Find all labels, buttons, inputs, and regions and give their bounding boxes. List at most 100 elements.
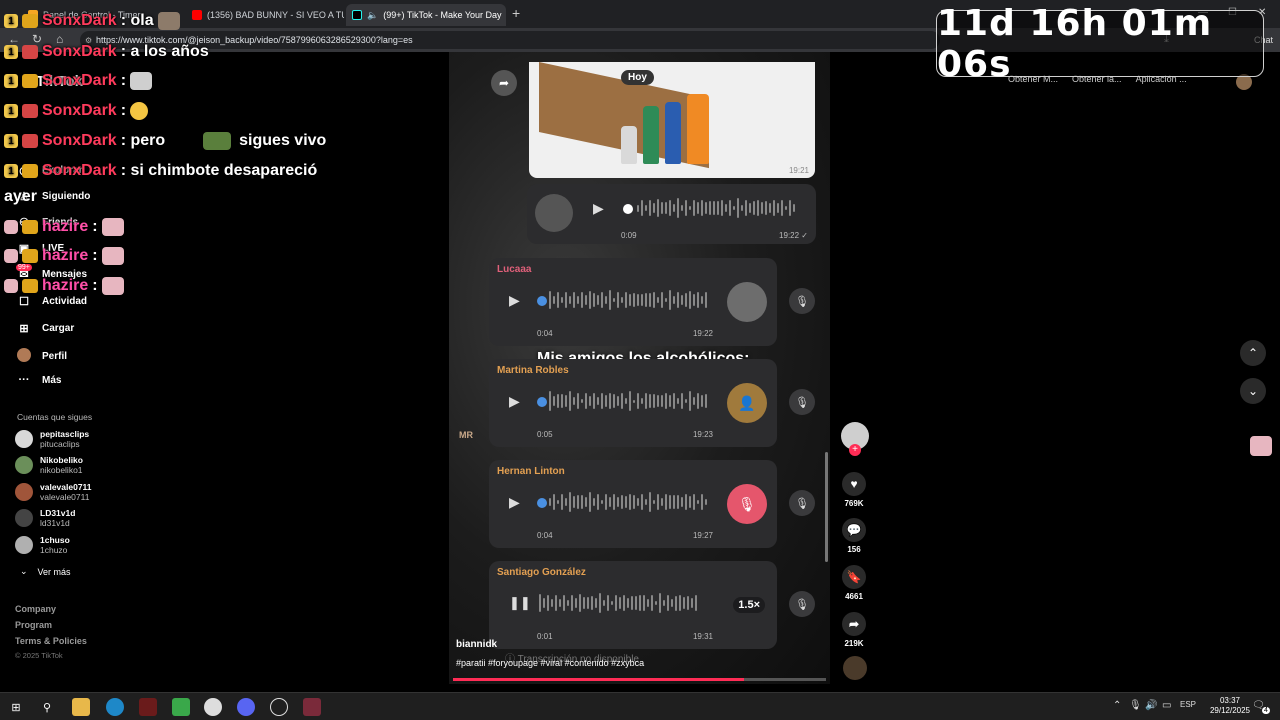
waveform	[549, 288, 717, 312]
sub-badge-icon	[22, 164, 38, 178]
record-mic-icon[interactable]: 🎙	[727, 484, 767, 524]
share-button[interactable]: ➦ 219K	[841, 612, 867, 648]
mic-icon[interactable]: 🎙	[789, 288, 815, 314]
mic-icon[interactable]: 🎙	[789, 490, 815, 516]
obs-icon[interactable]	[270, 698, 288, 716]
voice-time: 19:31	[692, 632, 713, 641]
volume-icon[interactable]: 🔊	[1145, 700, 1157, 711]
following-account[interactable]: 1chuso 1chuzo	[15, 535, 70, 555]
playhead-dot[interactable]	[537, 498, 547, 508]
app-icon[interactable]	[204, 698, 222, 716]
waveform-bar	[687, 595, 689, 611]
chevron-down-icon: ⌄	[20, 566, 28, 576]
follow-plus-icon[interactable]: +	[849, 444, 861, 456]
search-icon[interactable]: ⚲	[38, 698, 56, 716]
play-icon[interactable]: ▶	[509, 494, 520, 511]
video-hashtags[interactable]: #paratii #foryoupage #viral #contenido #…	[456, 658, 644, 668]
sidebar-item-mas[interactable]: ··· Más	[16, 374, 62, 386]
chat-message: 1 SonxDark: ola	[4, 12, 180, 30]
messages-badge: 99+	[16, 264, 32, 271]
waveform	[549, 389, 717, 413]
waveform-bar	[705, 202, 707, 214]
waveform-bar	[689, 496, 691, 508]
playhead-dot[interactable]	[623, 204, 633, 214]
following-account[interactable]: Nikobeliko nikobeliko1	[15, 455, 83, 475]
play-icon[interactable]: ▶	[509, 292, 520, 309]
video-author[interactable]: biannidk	[456, 639, 497, 650]
chat-message: 1 SonxDark: pero sigues vivo	[4, 132, 326, 150]
mic-tray-icon[interactable]: 🎙	[1129, 700, 1142, 711]
start-icon[interactable]: ⊞	[7, 698, 25, 716]
clock[interactable]: 03:37 29/12/2025	[1200, 696, 1260, 716]
playhead-dot[interactable]	[537, 296, 547, 306]
sidebar-item-perfil[interactable]: Perfil	[16, 348, 67, 365]
waveform-bar	[569, 295, 571, 305]
pause-icon[interactable]: ❚❚	[509, 595, 531, 611]
new-tab-button[interactable]: +	[512, 5, 520, 21]
app-icon[interactable]	[303, 698, 321, 716]
waveform-bar	[681, 496, 683, 508]
footer-link[interactable]: Company	[15, 604, 56, 614]
waveform-bar	[591, 595, 593, 611]
voice-message: Martina Robles ▶ 0:05 19:23 👤 🎙	[489, 359, 815, 447]
chat-text: :	[120, 72, 127, 89]
waveform-bar	[645, 204, 647, 212]
language-indicator[interactable]: ESP	[1180, 700, 1196, 709]
mic-icon[interactable]: 🎙	[789, 389, 815, 415]
sub-badge-icon	[22, 104, 38, 118]
file-explorer-icon[interactable]	[72, 698, 90, 716]
like-button[interactable]: ♥ 769K	[841, 472, 867, 508]
tab-tiktok[interactable]: 🔈 (99+) TikTok - Make Your Day ✕	[346, 4, 506, 26]
network-icon[interactable]: ▭	[1162, 700, 1171, 711]
music-disc-icon[interactable]	[843, 656, 867, 680]
tab-label: (1356) BAD BUNNY - SI VEO A TU M	[207, 10, 344, 20]
app-icon[interactable]	[139, 698, 157, 716]
following-account[interactable]: valevale0711 valevale0711	[15, 482, 92, 502]
video-player[interactable]: ➦ Hoy 19:21 ▶ 0:09 19:22 ✓ Lucaaa ▶ 0:04…	[449, 52, 830, 684]
previous-video-button[interactable]: ⌃	[1240, 340, 1266, 366]
scrollbar[interactable]	[825, 452, 828, 562]
voice-duration: 0:04	[537, 531, 553, 540]
waveform-bar	[581, 292, 583, 308]
playback-speed[interactable]: 1.5×	[733, 597, 765, 613]
mic-icon[interactable]: 🎙	[789, 591, 815, 617]
comment-button[interactable]: 💬 156	[841, 518, 867, 554]
cat-emote-icon	[101, 247, 124, 265]
waveform-bar	[565, 395, 567, 407]
level-badge-icon: 1	[4, 14, 18, 28]
waveform-bar	[693, 396, 695, 406]
playhead-dot[interactable]	[537, 397, 547, 407]
waveform-bar	[679, 595, 681, 611]
tab-youtube[interactable]: (1356) BAD BUNNY - SI VEO A TU M ✕	[186, 4, 344, 26]
discord-icon[interactable]	[237, 698, 255, 716]
waveform-bar	[593, 392, 595, 410]
video-progress-bar[interactable]	[453, 678, 826, 681]
footer-link[interactable]: Terms & Policies	[15, 636, 87, 646]
following-account[interactable]: pepitasclips pitucaclips	[15, 429, 89, 449]
see-more-link[interactable]: ⌄ Ver más	[20, 566, 71, 577]
sidebar-item-cargar[interactable]: ⊞ Cargar	[16, 322, 74, 335]
waveform-bar	[647, 599, 649, 607]
waveform-bar	[597, 493, 599, 511]
sidebar-item-actividad[interactable]: ☐ Actividad	[16, 295, 87, 308]
user-avatar-icon	[4, 220, 18, 234]
waveform-bar	[549, 497, 551, 507]
url-field[interactable]: ⚙ https://www.tiktok.com/@jeison_backup/…	[80, 31, 940, 49]
waveform-bar	[577, 392, 579, 410]
waveform-bar	[645, 292, 647, 308]
share-forward-icon[interactable]: ➦	[491, 70, 517, 96]
tray-chevron-icon[interactable]: ⌃	[1113, 700, 1121, 711]
waveform-bar	[547, 595, 549, 611]
waveform-bar	[617, 396, 619, 406]
user-avatar-icon	[4, 249, 18, 263]
save-button[interactable]: 🔖 4661	[841, 565, 867, 601]
waveform-bar	[685, 398, 687, 404]
following-account[interactable]: LD31v1d ld31v1d	[15, 508, 75, 528]
next-video-button[interactable]: ⌄	[1240, 378, 1266, 404]
waveform-bar	[789, 199, 791, 217]
footer-link[interactable]: Program	[15, 620, 52, 630]
play-icon[interactable]: ▶	[593, 200, 604, 217]
play-icon[interactable]: ▶	[509, 393, 520, 410]
edge-icon[interactable]	[106, 698, 124, 716]
app-icon[interactable]	[172, 698, 190, 716]
